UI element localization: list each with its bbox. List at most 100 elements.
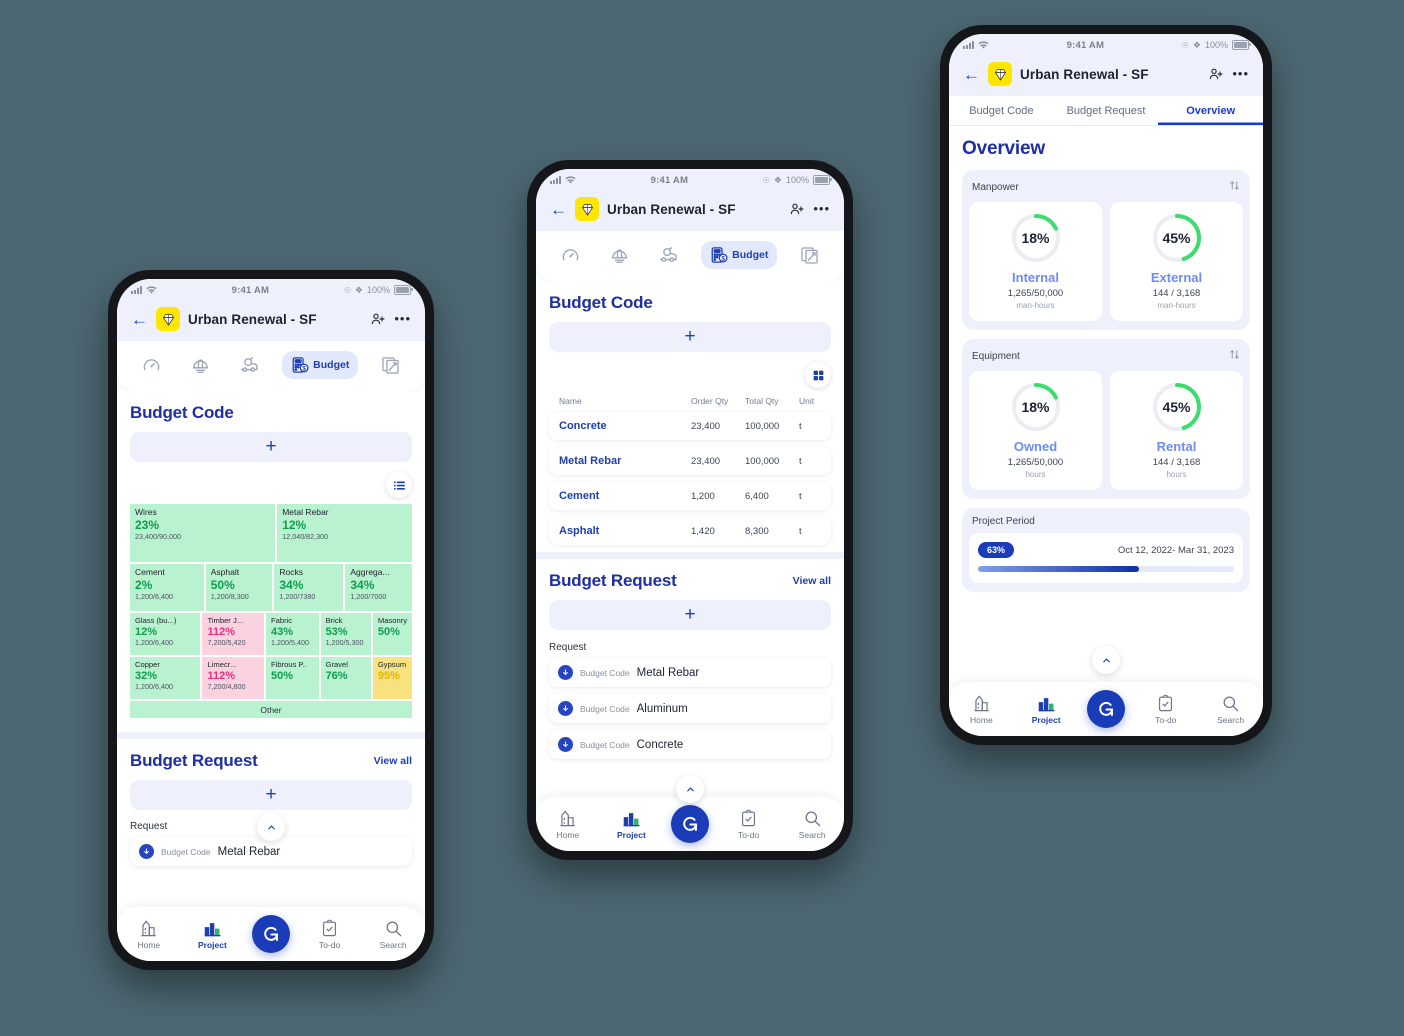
nav-item-project[interactable]: Project bbox=[1022, 694, 1070, 725]
view-all-link[interactable]: View all bbox=[793, 575, 831, 587]
table-row[interactable]: Concrete 23,400 100,000 t bbox=[549, 412, 831, 440]
icon-tab-drawings[interactable] bbox=[374, 351, 407, 380]
list-item[interactable]: Budget Code Metal Rebar bbox=[549, 658, 831, 687]
treemap-cell-ratio: 1,200/6,400 bbox=[135, 682, 173, 692]
add-person-icon[interactable] bbox=[370, 311, 386, 327]
status-time: 9:41 AM bbox=[231, 284, 270, 296]
icon-tab-drawings[interactable] bbox=[793, 241, 826, 270]
g-logo-fab[interactable] bbox=[251, 915, 290, 953]
signal-icon bbox=[550, 176, 561, 184]
treemap-cell[interactable]: Copper 32% 1,200/6,400 bbox=[130, 657, 201, 699]
tab-budget-code[interactable]: Budget Code bbox=[949, 96, 1054, 125]
add-person-icon[interactable] bbox=[1208, 66, 1224, 82]
g-logo-fab[interactable] bbox=[670, 805, 709, 843]
back-arrow-icon[interactable]: ← bbox=[963, 66, 980, 83]
cell-unit: t bbox=[799, 455, 802, 467]
grid-view-icon[interactable] bbox=[805, 362, 831, 388]
chevron-up-icon[interactable] bbox=[1092, 646, 1120, 674]
nav-item-todo[interactable]: To-do bbox=[306, 919, 354, 950]
phone3-content: Overview Manpower 18% Internal 1,265/50,000… bbox=[949, 126, 1263, 736]
icon-tab-equipment[interactable] bbox=[232, 350, 266, 380]
list-item[interactable]: Budget Code Aluminum bbox=[549, 694, 831, 723]
nav-item-todo[interactable]: To-do bbox=[725, 809, 773, 840]
nav-label: Home bbox=[137, 939, 161, 950]
nav-item-project[interactable]: Project bbox=[188, 919, 236, 950]
table-row[interactable]: Metal Rebar 23,400 100,000 t bbox=[549, 447, 831, 475]
list-item-key: Budget Code bbox=[161, 846, 211, 857]
treemap-cell[interactable]: Fibrous P.. 50% bbox=[266, 657, 319, 699]
nav-item-todo[interactable]: To-do bbox=[1142, 694, 1190, 725]
treemap-cell[interactable]: Asphalt 50% 1,200/8,300 bbox=[205, 564, 273, 611]
icon-tab-budget[interactable]: $ Budget bbox=[701, 241, 778, 269]
back-arrow-icon[interactable]: ← bbox=[131, 311, 148, 328]
icon-tab-equipment[interactable] bbox=[651, 240, 685, 270]
tab-budget-request[interactable]: Budget Request bbox=[1054, 96, 1159, 125]
treemap-cell[interactable]: Limecr... 112% 7,200/4,800 bbox=[202, 657, 264, 699]
treemap-cell-name: Brick bbox=[325, 617, 343, 625]
nav-item-home[interactable]: Home bbox=[125, 919, 173, 950]
cell-total-qty: 6,400 bbox=[745, 490, 769, 502]
sort-icon[interactable] bbox=[1229, 178, 1240, 196]
gauge-row: 18% Internal 1,265/50,000 man-hours 45% Exter… bbox=[969, 202, 1243, 321]
icon-tab-safety[interactable] bbox=[603, 241, 636, 270]
nav-item-home[interactable]: Home bbox=[957, 694, 1005, 725]
treemap-cell[interactable]: Glass (bu...) 12% 1,200/6,400 bbox=[130, 613, 201, 655]
view-all-link[interactable]: View all bbox=[374, 755, 412, 767]
g-logo-fab[interactable] bbox=[1086, 690, 1125, 728]
treemap-cell[interactable]: Fabric 43% 1,200/5,400 bbox=[266, 613, 319, 655]
treemap-cell[interactable]: Brick 53% 1,200/5,300 bbox=[320, 613, 371, 655]
icon-tab-dashboard[interactable] bbox=[554, 241, 587, 270]
list-item[interactable]: Budget Code Metal Rebar bbox=[130, 837, 412, 866]
treemap-cell[interactable]: Masonry 50% bbox=[372, 613, 412, 655]
page-title: Urban Renewal - SF bbox=[1020, 66, 1149, 82]
add-budget-code-button[interactable]: + bbox=[130, 432, 412, 462]
nav-item-home[interactable]: Home bbox=[544, 809, 592, 840]
sort-icon[interactable] bbox=[1229, 347, 1240, 365]
icon-tab-budget[interactable]: $ Budget bbox=[282, 351, 359, 379]
list-view-icon[interactable] bbox=[386, 472, 412, 498]
gauge-card[interactable]: 18% Internal 1,265/50,000 man-hours bbox=[969, 202, 1102, 321]
treemap-cell[interactable]: Gypsum ...95% bbox=[372, 657, 412, 699]
treemap-cell-percent: 2% bbox=[135, 577, 153, 592]
list-item[interactable]: Budget Code Concrete bbox=[549, 730, 831, 759]
gauge-card[interactable]: 45% Rental 144 / 3,168 hours bbox=[1110, 371, 1243, 490]
battery-percent: 100% bbox=[1204, 40, 1228, 50]
treemap-cell-name: Limecr... bbox=[207, 661, 237, 669]
add-person-icon[interactable] bbox=[789, 201, 805, 217]
treemap-cell-percent: 112% bbox=[207, 625, 236, 638]
overview-section-card: Equipment 18% Owned 1,265/50,000 hours 45% Ren… bbox=[962, 339, 1250, 499]
nav-item-project[interactable]: Project bbox=[607, 809, 655, 840]
back-arrow-icon[interactable]: ← bbox=[550, 201, 567, 218]
treemap-cell[interactable]: Aggrega... 34% 1,200/7000 bbox=[345, 564, 412, 611]
chevron-up-icon[interactable] bbox=[676, 775, 704, 803]
tab-overview[interactable]: Overview bbox=[1158, 96, 1263, 125]
treemap-cell[interactable]: Rocks 34% 1,200/7380 bbox=[274, 564, 344, 611]
bottom-navigation: Home Project To-do Search bbox=[536, 797, 844, 851]
icon-tab-dashboard[interactable] bbox=[135, 351, 168, 380]
project-period-pct: 63% bbox=[978, 542, 1015, 558]
nav-item-search[interactable]: Search bbox=[1207, 694, 1255, 725]
chevron-up-icon[interactable] bbox=[257, 813, 285, 841]
phone-2-budget-code-list: 9:41 AM ☉ ❖ 100% ← Urban Renewal - SF ••… bbox=[527, 160, 853, 860]
download-icon bbox=[139, 844, 154, 859]
treemap-cell[interactable]: Wires 23% 23,400/90,000 bbox=[130, 504, 276, 562]
icon-tab-safety[interactable] bbox=[184, 351, 217, 380]
nav-item-search[interactable]: Search bbox=[369, 919, 417, 950]
treemap-cell[interactable]: Cement 2% 1,200/6,400 bbox=[130, 564, 204, 611]
treemap-cell-other[interactable]: Other bbox=[130, 701, 412, 718]
add-budget-request-button[interactable]: + bbox=[549, 600, 831, 630]
section-divider bbox=[117, 732, 425, 739]
add-budget-code-button[interactable]: + bbox=[549, 322, 831, 352]
gauge-card[interactable]: 45% External 144 / 3,168 man-hours bbox=[1110, 202, 1243, 321]
gauge-card[interactable]: 18% Owned 1,265/50,000 hours bbox=[969, 371, 1102, 490]
treemap-cell[interactable]: Timber J... 112% 7,200/5,420 bbox=[202, 613, 264, 655]
treemap-row: Glass (bu...) 12% 1,200/6,400 Timber J... 11… bbox=[130, 613, 412, 655]
treemap-cell[interactable]: Gravel 76% bbox=[320, 657, 371, 699]
treemap-cell[interactable]: Metal Rebar 12% 12,040/82,300 bbox=[277, 504, 412, 562]
nav-item-search[interactable]: Search bbox=[788, 809, 836, 840]
budget-treemap[interactable]: Wires 23% 23,400/90,000 Metal Rebar 12% 12,04… bbox=[130, 504, 412, 718]
table-row[interactable]: Cement 1,200 6,400 t bbox=[549, 482, 831, 510]
treemap-cell-name: Metal Rebar bbox=[282, 508, 329, 517]
add-budget-request-button[interactable]: + bbox=[130, 780, 412, 810]
table-row[interactable]: Asphalt 1,420 8,300 t bbox=[549, 517, 831, 545]
